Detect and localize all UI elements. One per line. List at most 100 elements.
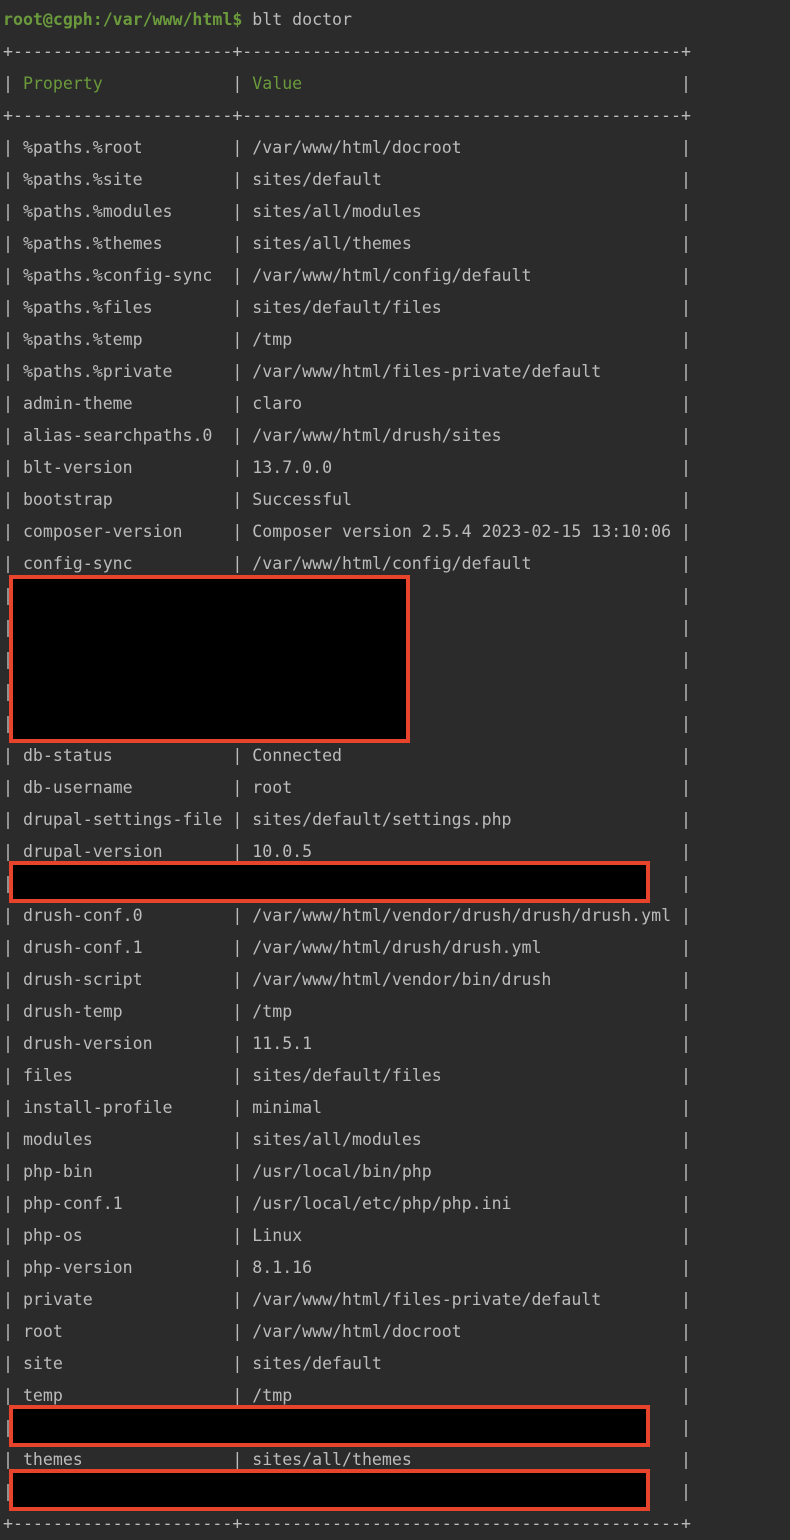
- shell-prompt: root@cgph:/var/www/html$: [3, 10, 243, 29]
- column-separator: |: [671, 490, 691, 509]
- column-separator: |: [671, 682, 691, 701]
- column-separator: |: [222, 906, 253, 925]
- column-separator: |: [671, 522, 691, 541]
- table-row: | blt-version | 13.7.0.0 |: [3, 452, 790, 484]
- column-separator: |: [222, 1258, 253, 1277]
- column-separator: |: [222, 1226, 253, 1245]
- column-separator: |: [222, 266, 253, 285]
- table-row: | db-status | Connected |: [3, 740, 790, 772]
- column-separator: |: [222, 458, 253, 477]
- column-separator: |: [222, 426, 253, 445]
- column-separator: |: [3, 810, 23, 829]
- table-row: | %paths.%site | sites/default |: [3, 164, 790, 196]
- property-cell: drush-script: [22, 970, 223, 989]
- property-cell: themes: [22, 1450, 223, 1469]
- value-cell: /tmp: [252, 1386, 672, 1405]
- value-cell: sites/default: [252, 170, 672, 189]
- value-cell: /var/www/html/files-private/default: [252, 1290, 672, 1309]
- property-cell: db-status: [22, 746, 223, 765]
- column-separator: |: [671, 1354, 691, 1373]
- column-separator: |: [3, 906, 23, 925]
- column-separator: |: [222, 394, 253, 413]
- column-separator: |: [671, 1450, 691, 1469]
- value-cell: sites/default/files: [252, 298, 672, 317]
- column-separator: |: [222, 842, 253, 861]
- table-row: | php-bin | /usr/local/bin/php |: [3, 1156, 790, 1188]
- column-separator: |: [3, 1162, 23, 1181]
- table-row: | root | /var/www/html/docroot |: [3, 1316, 790, 1348]
- table-row: | site | sites/default |: [3, 1348, 790, 1380]
- value-cell: sites/default/settings.php: [252, 810, 672, 829]
- column-separator: |: [671, 74, 691, 93]
- column-separator: |: [3, 1066, 23, 1085]
- redaction-box: [9, 1469, 650, 1511]
- table-row: | drush-conf.1 | /var/www/html/drush/dru…: [3, 932, 790, 964]
- property-cell: db-username: [22, 778, 223, 797]
- column-separator: |: [671, 778, 691, 797]
- doctor-table: +----------------------+----------------…: [3, 36, 790, 1540]
- table-row: | admin-theme | claro |: [3, 388, 790, 420]
- column-separator: |: [222, 330, 253, 349]
- column-separator: |: [222, 1130, 253, 1149]
- property-cell: drupal-settings-file: [22, 810, 223, 829]
- column-separator: |: [671, 1002, 691, 1021]
- table-header-border: +----------------------+----------------…: [3, 106, 691, 125]
- column-separator: |: [671, 426, 691, 445]
- column-separator: |: [671, 1386, 691, 1405]
- header-property: Property: [22, 74, 223, 93]
- property-cell: config-sync: [22, 554, 223, 573]
- value-cell: /var/www/html/config/default: [252, 266, 672, 285]
- table-bottom-border: +----------------------+----------------…: [3, 1514, 691, 1533]
- column-separator: |: [222, 1162, 253, 1181]
- value-cell: 8.1.16: [252, 1258, 672, 1277]
- column-separator: |: [222, 1322, 253, 1341]
- value-cell: Composer version 2.5.4 2023-02-15 13:10:…: [252, 522, 672, 541]
- property-cell: drush-conf.0: [22, 906, 223, 925]
- value-cell: /var/www/html/drush/sites: [252, 426, 672, 445]
- value-cell: Linux: [252, 1226, 672, 1245]
- table-row: | drush-conf.0 | /var/www/html/vendor/dr…: [3, 900, 790, 932]
- column-separator: |: [671, 1418, 691, 1437]
- property-cell: admin-theme: [22, 394, 223, 413]
- column-separator: |: [3, 1130, 23, 1149]
- table-row: | drush-version | 11.5.1 |: [3, 1028, 790, 1060]
- column-separator: |: [671, 202, 691, 221]
- column-separator: |: [671, 394, 691, 413]
- prompt-line: root@cgph:/var/www/html$ blt doctor: [3, 4, 790, 36]
- property-cell: blt-version: [22, 458, 223, 477]
- column-separator: |: [671, 906, 691, 925]
- table-row: | drupal-settings-file | sites/default/s…: [3, 804, 790, 836]
- column-separator: |: [671, 1066, 691, 1085]
- column-separator: |: [222, 490, 253, 509]
- value-cell: 10.0.5: [252, 842, 672, 861]
- column-separator: |: [3, 234, 23, 253]
- column-separator: |: [671, 1290, 691, 1309]
- column-separator: |: [222, 1450, 253, 1469]
- column-separator: |: [222, 1194, 253, 1213]
- column-separator: |: [671, 650, 691, 669]
- column-separator: |: [3, 202, 23, 221]
- property-cell: site: [22, 1354, 223, 1373]
- column-separator: |: [3, 1002, 23, 1021]
- column-separator: |: [222, 810, 253, 829]
- column-separator: |: [3, 1226, 23, 1245]
- value-cell: root: [252, 778, 672, 797]
- terminal-window[interactable]: root@cgph:/var/www/html$ blt doctor +---…: [0, 0, 790, 1540]
- column-separator: |: [671, 1226, 691, 1245]
- column-separator: |: [671, 1482, 691, 1501]
- table-row: | %paths.%themes | sites/all/themes |: [3, 228, 790, 260]
- column-separator: |: [3, 1290, 23, 1309]
- table-row: | %paths.%temp | /tmp |: [3, 324, 790, 356]
- property-cell: modules: [22, 1130, 223, 1149]
- column-separator: |: [3, 330, 23, 349]
- column-separator: |: [671, 810, 691, 829]
- table-row: | db-username | root |: [3, 772, 790, 804]
- column-separator: |: [671, 458, 691, 477]
- property-cell: private: [22, 1290, 223, 1309]
- table-row: | php-os | Linux |: [3, 1220, 790, 1252]
- column-separator: |: [3, 426, 23, 445]
- property-cell: %paths.%files: [22, 298, 223, 317]
- column-separator: |: [671, 1130, 691, 1149]
- column-separator: |: [671, 1162, 691, 1181]
- value-cell: /tmp: [252, 1002, 672, 1021]
